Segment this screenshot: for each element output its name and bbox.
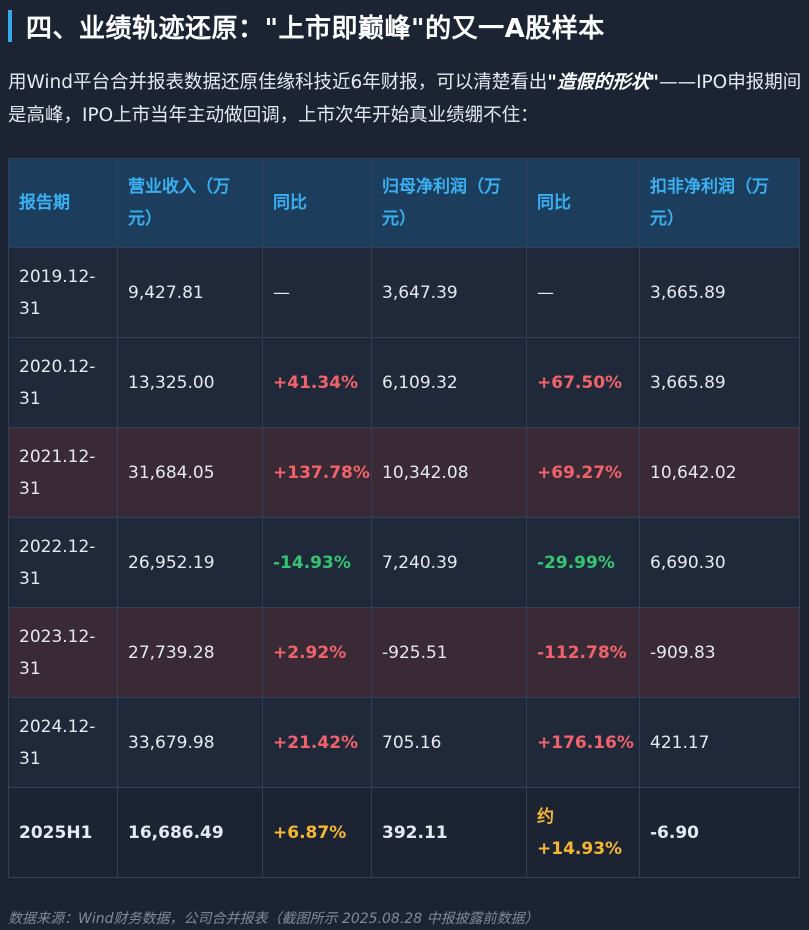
heading-title: 四、业绩轨迹还原："上市即巅峰"的又一A股样本	[26, 13, 605, 44]
cell-net-profit-yoy: 约+14.93%	[526, 787, 640, 878]
header-period: 报告期	[8, 158, 118, 248]
cell-revenue-yoy: +21.42%	[262, 697, 372, 788]
table-row: 2024.12-31 33,679.98 +21.42% 705.16 +176…	[8, 697, 800, 788]
table-header-row: 报告期 营业收入（万元） 同比 归母净利润（万元） 同比 扣非净利润（万元）	[8, 158, 800, 248]
section-heading: 四、业绩轨迹还原："上市即巅峰"的又一A股样本	[8, 10, 605, 44]
cell-revenue: 13,325.00	[117, 337, 263, 428]
header-net-profit-yoy: 同比	[526, 158, 640, 248]
table-row: 2023.12-31 27,739.28 +2.92% -925.51 -112…	[8, 607, 800, 698]
cell-deducted-profit: 3,665.89	[639, 337, 800, 428]
cell-period: 2024.12-31	[8, 697, 118, 788]
cell-net-profit-yoy: +69.27%	[526, 427, 640, 518]
cell-period: 2021.12-31	[8, 427, 118, 518]
cell-period: 2025H1	[8, 787, 118, 878]
cell-deducted-profit: -909.83	[639, 607, 800, 698]
cell-revenue: 16,686.49	[117, 787, 263, 878]
cell-net-profit-yoy: -112.78%	[526, 607, 640, 698]
cell-period: 2022.12-31	[8, 517, 118, 608]
table-body: 2019.12-31 9,427.81 — 3,647.39 — 3,665.8…	[8, 247, 800, 878]
cell-net-profit-yoy: —	[526, 247, 640, 338]
cell-deducted-profit: 421.17	[639, 697, 800, 788]
table-header: 报告期 营业收入（万元） 同比 归母净利润（万元） 同比 扣非净利润（万元）	[8, 158, 800, 248]
cell-revenue-yoy: +6.87%	[262, 787, 372, 878]
cell-deducted-profit: -6.90	[639, 787, 800, 878]
header-net-profit: 归母净利润（万元）	[371, 158, 527, 248]
header-revenue-yoy: 同比	[262, 158, 372, 248]
cell-revenue-yoy: +2.92%	[262, 607, 372, 698]
cell-deducted-profit: 3,665.89	[639, 247, 800, 338]
cell-revenue: 31,684.05	[117, 427, 263, 518]
cell-revenue-yoy: +41.34%	[262, 337, 372, 428]
table-row-latest: 2025H1 16,686.49 +6.87% 392.11 约+14.93% …	[8, 787, 800, 878]
cell-net-profit: 7,240.39	[371, 517, 527, 608]
cell-net-profit-yoy: -29.99%	[526, 517, 640, 608]
cell-net-profit: 705.16	[371, 697, 527, 788]
cell-net-profit-yoy: +176.16%	[526, 697, 640, 788]
intro-emphasis: "造假的形状"	[547, 72, 660, 93]
intro-paragraph: 用Wind平台合并报表数据还原佳缘科技近6年财报，可以清楚看出"造假的形状"——…	[8, 66, 803, 132]
table-row: 2022.12-31 26,952.19 -14.93% 7,240.39 -2…	[8, 517, 800, 608]
cell-revenue: 26,952.19	[117, 517, 263, 608]
heading-accent-bar	[8, 10, 12, 42]
cell-revenue-yoy: —	[262, 247, 372, 338]
cell-net-profit: -925.51	[371, 607, 527, 698]
cell-net-profit: 6,109.32	[371, 337, 527, 428]
cell-period: 2019.12-31	[8, 247, 118, 338]
cell-period: 2023.12-31	[8, 607, 118, 698]
cell-revenue: 9,427.81	[117, 247, 263, 338]
cell-revenue-yoy: -14.93%	[262, 517, 372, 608]
table-row: 2020.12-31 13,325.00 +41.34% 6,109.32 +6…	[8, 337, 800, 428]
table-row: 2019.12-31 9,427.81 — 3,647.39 — 3,665.8…	[8, 247, 800, 338]
intro-text-before: 用Wind平台合并报表数据还原佳缘科技近6年财报，可以清楚看出	[8, 72, 548, 93]
cell-net-profit: 10,342.08	[371, 427, 527, 518]
cell-net-profit: 3,647.39	[371, 247, 527, 338]
table-row: 2021.12-31 31,684.05 +137.78% 10,342.08 …	[8, 427, 800, 518]
cell-net-profit: 392.11	[371, 787, 527, 878]
cell-period: 2020.12-31	[8, 337, 118, 428]
header-revenue: 营业收入（万元）	[117, 158, 263, 248]
cell-revenue: 33,679.98	[117, 697, 263, 788]
cell-revenue-yoy: +137.78%	[262, 427, 372, 518]
header-deducted-profit: 扣非净利润（万元）	[639, 158, 800, 248]
financial-table: 报告期 营业收入（万元） 同比 归母净利润（万元） 同比 扣非净利润（万元） 2…	[8, 158, 800, 878]
cell-net-profit-yoy: +67.50%	[526, 337, 640, 428]
cell-revenue: 27,739.28	[117, 607, 263, 698]
data-source-note: 数据来源：Wind财务数据，公司合并报表（截图所示 2025.08.28 中报披…	[8, 911, 539, 927]
cell-deducted-profit: 10,642.02	[639, 427, 800, 518]
cell-deducted-profit: 6,690.30	[639, 517, 800, 608]
